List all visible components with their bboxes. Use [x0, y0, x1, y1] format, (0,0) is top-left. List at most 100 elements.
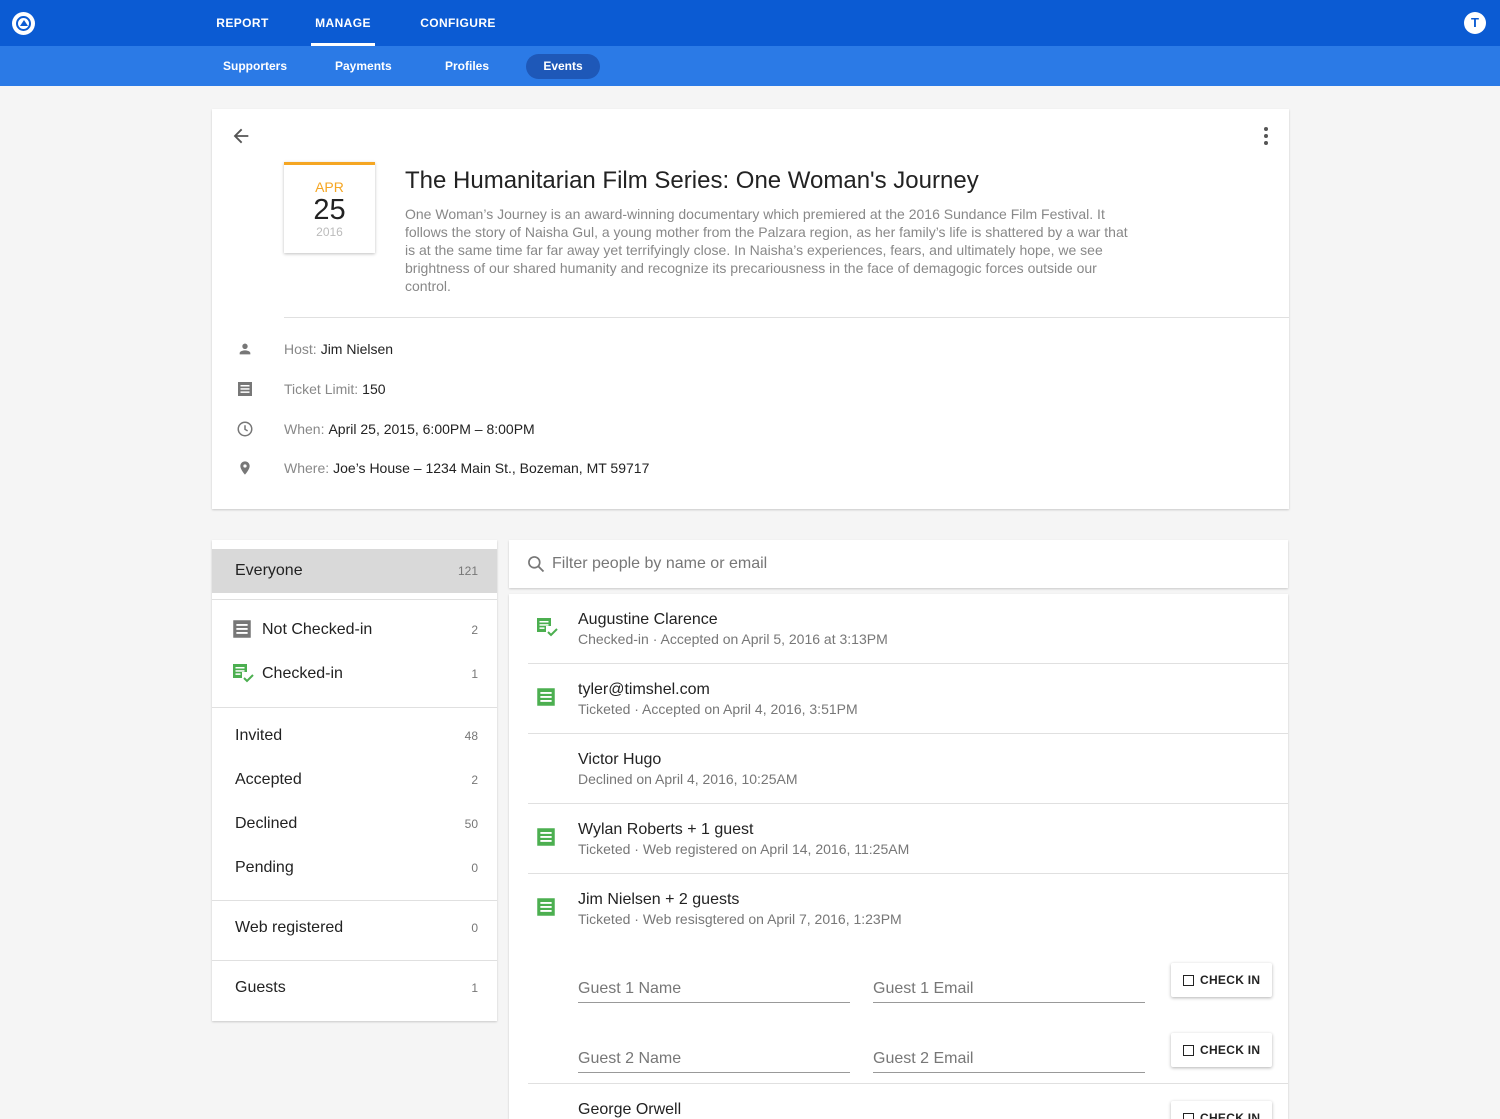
filter-not-checked-in[interactable]: Not Checked-in 2 [212, 608, 497, 652]
person-status: Ticketed · Web registered on April 14, 2… [578, 841, 910, 857]
person-name: George Orwell [578, 1101, 682, 1118]
search-icon [526, 554, 546, 574]
tab-configure[interactable]: CONFIGURE [414, 0, 502, 46]
list-item[interactable]: tyler@timshel.com Ticketed · Accepted on… [509, 664, 1288, 734]
people-search-bar [509, 540, 1288, 588]
event-where-row: Where: Joe’s House – 1234 Main St., Boze… [234, 457, 649, 479]
filter-declined[interactable]: Declined 50 [212, 802, 497, 846]
filter-label: Everyone [235, 562, 303, 579]
person-name: Wylan Roberts + 1 guest [578, 821, 754, 838]
check-in-label: CHECK IN [1200, 1043, 1261, 1057]
subtab-supporters[interactable]: Supporters [209, 54, 301, 79]
event-day: 25 [313, 194, 346, 226]
list-item[interactable]: Jim Nielsen + 2 guests Ticketed · Web re… [509, 874, 1288, 944]
person-name: tyler@timshel.com [578, 681, 710, 698]
guest-1-check-in-button[interactable]: CHECK IN [1171, 963, 1272, 997]
sub-navigation: Supporters Payments Profiles Events [0, 46, 1500, 86]
filter-count: 1 [471, 667, 478, 681]
when-label: When: [284, 421, 325, 437]
subtab-events[interactable]: Events [526, 54, 600, 79]
event-description: One Woman’s Journey is an award-winning … [405, 206, 1128, 294]
event-date-badge: APR 25 2016 [284, 162, 375, 253]
people-list: Augustine Clarence Checked-in · Accepted… [509, 594, 1288, 1119]
filter-label: Checked-in [262, 665, 343, 682]
back-arrow-icon[interactable] [230, 125, 252, 147]
tab-report[interactable]: REPORT [209, 0, 276, 46]
filter-label: Accepted [235, 771, 302, 788]
filter-count: 50 [464, 817, 478, 831]
filter-count: 121 [457, 564, 478, 578]
checkbox-icon [1183, 1112, 1194, 1119]
checkbox-icon [1183, 1044, 1194, 1056]
guest-1-name-field[interactable] [578, 963, 850, 1003]
where-value: Joe’s House – 1234 Main St., Bozeman, MT… [333, 460, 650, 476]
filter-count: 1 [471, 981, 478, 995]
ticket-limit-value: 150 [362, 381, 386, 397]
filter-count: 0 [471, 861, 478, 875]
check-in-label: CHECK IN [1200, 1111, 1261, 1119]
filter-label: Not Checked-in [262, 621, 373, 638]
filter-label: Web registered [235, 919, 344, 936]
clock-icon [234, 418, 256, 440]
person-name: Jim Nielsen + 2 guests [578, 891, 740, 908]
guest-2-check-in-button[interactable]: CHECK IN [1171, 1033, 1272, 1067]
filter-pending[interactable]: Pending 0 [212, 846, 497, 890]
list-item[interactable]: Victor Hugo Declined on April 4, 2016, 1… [509, 734, 1288, 804]
guest-2-name-field[interactable] [578, 1033, 850, 1073]
checkbox-icon [1183, 974, 1194, 986]
ticket-icon [536, 687, 558, 709]
checked-in-icon [536, 617, 560, 639]
divider [212, 599, 497, 600]
filter-count: 0 [471, 921, 478, 935]
george-check-in-button[interactable]: CHECK IN [1171, 1101, 1272, 1119]
person-name: Victor Hugo [578, 751, 662, 768]
person-icon [234, 338, 256, 360]
event-detail-card: APR 25 2016 The Humanitarian Film Series… [212, 109, 1289, 509]
host-value: Jim Nielsen [320, 341, 394, 357]
filter-count: 48 [464, 729, 478, 743]
event-when-row: When: April 25, 2015, 6:00PM – 8:00PM [234, 418, 535, 440]
event-title: The Humanitarian Film Series: One Woman'… [405, 167, 979, 194]
where-label: Where: [284, 460, 330, 476]
subtab-payments[interactable]: Payments [321, 54, 406, 79]
filter-invited[interactable]: Invited 48 [212, 714, 497, 758]
filter-label: Invited [235, 727, 283, 744]
person-status: Ticketed · Web resisgtered on April 7, 2… [578, 911, 902, 927]
event-host-row: Host: Jim Nielsen [234, 338, 393, 360]
attendee-filter-panel: Everyone 121 Not Checked-in 2 Checked-in… [212, 540, 497, 1021]
search-input[interactable] [552, 550, 1252, 578]
subtab-profiles[interactable]: Profiles [431, 54, 503, 79]
filter-everyone[interactable]: Everyone 121 [212, 549, 497, 593]
ticket-limit-label: Ticket Limit: [284, 381, 359, 397]
list-item[interactable]: George Orwell CHECK IN [509, 1084, 1288, 1119]
list-item[interactable]: Augustine Clarence Checked-in · Accepted… [509, 594, 1288, 664]
tab-manage[interactable]: MANAGE [311, 0, 375, 46]
guest-2-email-field[interactable] [873, 1033, 1145, 1073]
when-value: April 25, 2015, 6:00PM – 8:00PM [328, 421, 535, 437]
event-year: 2016 [316, 225, 343, 239]
person-status: Checked-in · Accepted on April 5, 2016 a… [578, 631, 888, 647]
user-avatar[interactable]: T [1464, 12, 1486, 34]
filter-guests[interactable]: Guests 1 [212, 966, 497, 1010]
divider [212, 707, 497, 708]
event-ticket-limit-row: Ticket Limit: 150 [234, 378, 386, 400]
divider [212, 960, 497, 961]
host-label: Host: [284, 341, 317, 357]
list-item[interactable]: Wylan Roberts + 1 guest Ticketed · Web r… [509, 804, 1288, 874]
more-vert-icon[interactable] [1256, 125, 1276, 147]
filter-web-registered[interactable]: Web registered 0 [212, 906, 497, 950]
app-logo-icon[interactable] [12, 12, 35, 35]
ticket-icon [536, 897, 558, 919]
guest-row: CHECK IN [509, 963, 1288, 1009]
location-pin-icon [234, 457, 256, 479]
person-status: Declined on April 4, 2016, 10:25AM [578, 771, 798, 787]
ticket-icon [232, 619, 254, 641]
filter-label: Declined [235, 815, 298, 832]
event-month: APR [315, 179, 344, 195]
filter-accepted[interactable]: Accepted 2 [212, 758, 497, 802]
filter-checked-in[interactable]: Checked-in 1 [212, 652, 497, 696]
guest-row: CHECK IN [509, 1033, 1288, 1079]
person-status: Ticketed · Accepted on April 4, 2016, 3:… [578, 701, 858, 717]
guest-1-email-field[interactable] [873, 963, 1145, 1003]
ticket-icon [536, 827, 558, 849]
